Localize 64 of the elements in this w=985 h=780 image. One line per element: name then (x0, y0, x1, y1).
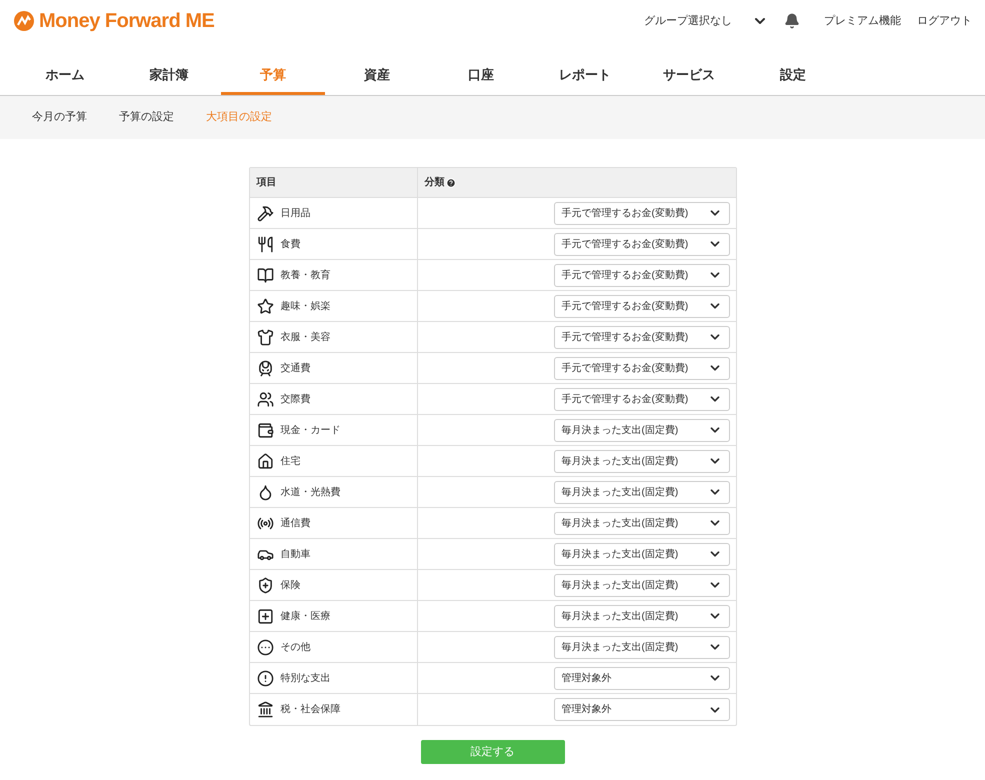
category-select[interactable]: 毎月決まった支出(固定費) (554, 604, 730, 628)
help-icon[interactable] (446, 178, 456, 188)
nav-tab[interactable]: サービス (637, 58, 741, 95)
category-select[interactable]: 毎月決まった支出(固定費) (554, 512, 730, 534)
pillar-building-icon (256, 701, 274, 718)
sub-tab[interactable]: 予算の設定 (119, 109, 174, 126)
bell-icon[interactable] (784, 13, 800, 29)
shirt-icon (256, 328, 274, 346)
category-select[interactable]: 管理対象外 (554, 698, 730, 721)
category-name: その他 (280, 640, 310, 654)
category-name: 趣味・娯楽 (280, 300, 330, 314)
category-select[interactable]: 手元で管理するお金(変動費) (554, 294, 730, 318)
category-select[interactable]: 毎月決まった支出(固定費) (554, 450, 730, 472)
nav-tab[interactable]: 家計簿 (117, 58, 221, 95)
ellipsis-circle-icon (256, 638, 274, 656)
category-name: 食費 (280, 238, 300, 252)
house-icon (256, 452, 274, 470)
category-name: 税・社会保障 (280, 702, 340, 717)
logo-icon (13, 10, 35, 32)
category-select[interactable]: 毎月決まった支出(固定費) (554, 574, 730, 596)
category-select[interactable]: 毎月決まった支出(固定費) (554, 636, 730, 658)
hammer-icon (256, 204, 274, 222)
category-select[interactable]: 手元で管理するお金(変動費) (554, 356, 730, 380)
header-link[interactable]: プレミアム機能 (824, 12, 901, 30)
category-select[interactable]: 手元で管理するお金(変動費) (554, 264, 730, 286)
category-name: 特別な支出 (280, 672, 330, 686)
category-name: 交際費 (280, 392, 310, 406)
sub-tab[interactable]: 今月の予算 (32, 109, 87, 126)
category-select[interactable]: 毎月決まった支出(固定費) (554, 542, 730, 566)
exclamation-circle-icon (256, 670, 274, 686)
category-select[interactable]: 手元で管理するお金(変動費) (554, 202, 730, 224)
nav-tab[interactable]: 資産 (325, 58, 429, 95)
shield-icon (256, 576, 274, 594)
column-header: 項目 (256, 176, 276, 190)
star-icon (256, 298, 274, 314)
plus-square-icon (256, 608, 274, 624)
category-select[interactable]: 手元で管理するお金(変動費) (554, 326, 730, 348)
group-select[interactable]: グループ選択なし (644, 12, 732, 30)
category-name: 保険 (280, 578, 300, 592)
nav-tab[interactable]: 設定 (741, 58, 845, 95)
category-name: 自動車 (280, 548, 310, 562)
header-link[interactable]: ログアウト (917, 12, 972, 30)
category-name: 通信費 (280, 516, 310, 530)
nav-tab[interactable]: 口座 (429, 58, 533, 95)
category-select[interactable]: 手元で管理するお金(変動費) (554, 388, 730, 410)
category-name: 交通費 (280, 362, 310, 376)
category-name: 水道・光熱費 (280, 486, 340, 500)
wallet-icon (256, 422, 274, 438)
book-icon (256, 266, 274, 284)
column-header: 分類 (424, 176, 444, 190)
category-name: 現金・カード (280, 424, 340, 438)
category-select[interactable]: 毎月決まった支出(固定費) (554, 480, 730, 504)
people-icon (256, 390, 274, 408)
nav-tab[interactable]: ホーム (13, 58, 117, 95)
category-name: 衣服・美容 (280, 330, 330, 344)
category-name: 教養・教育 (280, 268, 330, 282)
category-name: 健康・医療 (280, 610, 330, 624)
nav-tab[interactable]: レポート (533, 58, 637, 95)
category-select[interactable]: 手元で管理するお金(変動費) (554, 232, 730, 256)
category-select[interactable]: 毎月決まった支出(固定費) (554, 418, 730, 442)
category-name: 日用品 (280, 206, 310, 220)
category-select[interactable]: 管理対象外 (554, 666, 730, 690)
train-icon (256, 360, 274, 376)
category-name: 住宅 (280, 454, 300, 468)
